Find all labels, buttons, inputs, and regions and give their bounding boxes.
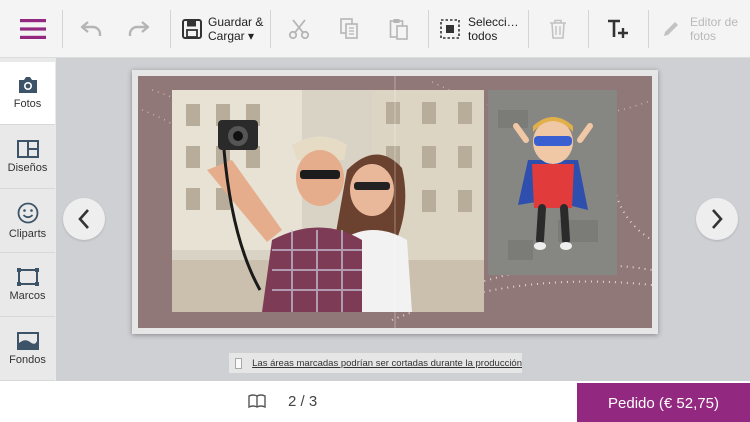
save-load-label: Guardar & Cargar ▾ xyxy=(208,15,264,43)
save-load-button[interactable]: Guardar & Cargar ▾ xyxy=(178,0,264,58)
layout-icon xyxy=(16,140,39,158)
sidebar-item-label: Diseños xyxy=(7,162,48,174)
page-overview-button[interactable] xyxy=(248,394,266,413)
cut-area-checkbox[interactable] xyxy=(235,357,243,369)
undo-button[interactable] xyxy=(70,0,112,58)
photo-editor-label: Editor de fotos xyxy=(690,15,739,43)
sidebar: Fotos Diseños Cliparts Marcos Fondos xyxy=(0,58,56,381)
select-all-label: Selecci… todos xyxy=(468,15,519,43)
frame-icon xyxy=(16,268,39,286)
sidebar-item-frames[interactable]: Marcos xyxy=(0,254,55,317)
delete-button[interactable] xyxy=(536,0,580,58)
sidebar-item-label: Cliparts xyxy=(8,228,47,240)
menu-button[interactable] xyxy=(6,0,60,58)
trash-icon xyxy=(550,19,566,39)
cut-area-notice[interactable]: Las áreas marcadas podrían ser cortadas … xyxy=(229,353,522,373)
undo-icon xyxy=(80,21,102,36)
redo-icon xyxy=(128,21,150,36)
cut-button[interactable] xyxy=(278,0,320,58)
hamburger-menu-icon xyxy=(20,19,46,39)
copy-icon xyxy=(340,18,358,39)
cut-area-notice-text[interactable]: Las áreas marcadas podrían ser cortadas … xyxy=(252,358,522,369)
order-button[interactable]: Pedido (€ 52,75) xyxy=(577,383,750,422)
previous-page-button[interactable] xyxy=(63,198,105,240)
album-spine xyxy=(394,76,396,328)
chevron-right-icon xyxy=(712,209,723,229)
sidebar-item-backgrounds[interactable]: Fondos xyxy=(0,318,55,381)
sidebar-item-label: Fotos xyxy=(13,98,42,110)
sidebar-item-layouts[interactable]: Diseños xyxy=(0,126,55,189)
sidebar-item-cliparts[interactable]: Cliparts xyxy=(0,190,55,253)
floppy-disk-icon xyxy=(182,19,202,39)
sidebar-item-label: Fondos xyxy=(9,354,46,366)
select-all-icon xyxy=(440,19,460,39)
copy-button[interactable] xyxy=(328,0,370,58)
toolbar: Guardar & Cargar ▾ Selecci… todos Editor… xyxy=(0,0,750,58)
redo-button[interactable] xyxy=(118,0,160,58)
background-image-icon xyxy=(16,332,39,350)
photo-editor-button[interactable]: Editor de fotos xyxy=(656,0,746,58)
paste-button[interactable] xyxy=(378,0,420,58)
smiley-icon xyxy=(17,202,38,224)
camera-icon xyxy=(18,77,37,93)
open-book-icon xyxy=(248,394,266,409)
sidebar-item-photos[interactable]: Fotos xyxy=(0,62,55,125)
photo-album-spread[interactable] xyxy=(132,70,658,334)
bottom-bar: 2 / 3 Pedido (€ 52,75) xyxy=(0,381,750,422)
page-indicator: 2 / 3 xyxy=(288,393,318,410)
pencil-icon xyxy=(664,22,678,36)
scissors-icon xyxy=(288,19,310,40)
select-all-button[interactable]: Selecci… todos xyxy=(436,0,522,58)
sidebar-item-label: Marcos xyxy=(9,290,46,302)
chevron-left-icon xyxy=(78,209,89,229)
next-page-button[interactable] xyxy=(696,198,738,240)
add-text-button[interactable] xyxy=(596,0,640,58)
add-text-icon xyxy=(608,19,628,38)
paste-icon xyxy=(389,19,408,40)
